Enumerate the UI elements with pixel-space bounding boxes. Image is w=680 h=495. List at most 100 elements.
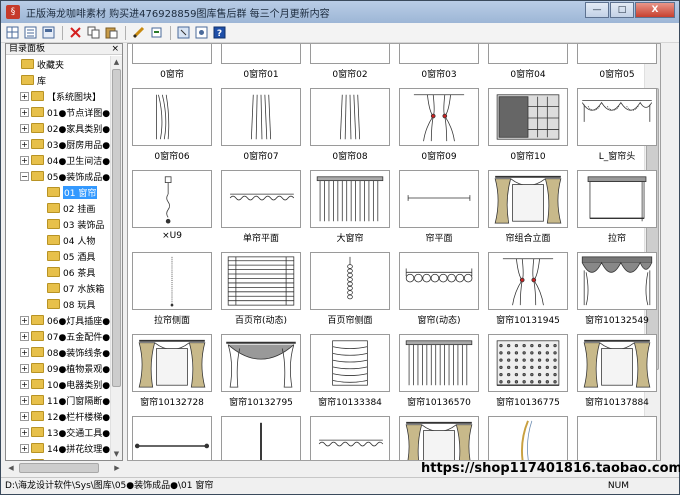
tree-hscroll-thumb[interactable] <box>19 463 99 473</box>
tree-item[interactable]: +14●拼花纹理● <box>6 440 110 456</box>
thumbnail-preview[interactable] <box>310 334 390 392</box>
tree-item[interactable]: +06●灯具插座● <box>6 312 110 328</box>
thumbnail-preview[interactable] <box>399 44 479 64</box>
detail-view-icon[interactable] <box>22 25 38 41</box>
thumbnail-preview[interactable] <box>577 252 657 310</box>
thumbnail-preview[interactable] <box>221 44 301 64</box>
expand-icon[interactable]: + <box>20 139 29 149</box>
expand-icon[interactable]: + <box>20 331 29 341</box>
thumbnail-preview[interactable] <box>577 416 657 460</box>
tree-scrollbar[interactable]: ▲ ▼ <box>110 56 122 460</box>
thumbnail-preview[interactable] <box>399 88 479 146</box>
thumbnail-preview[interactable] <box>221 252 301 310</box>
expand-icon[interactable]: + <box>20 363 29 373</box>
expand-icon[interactable]: + <box>20 411 29 421</box>
scroll-right-arrow-icon[interactable]: ▶ <box>111 461 123 475</box>
tree-item[interactable]: 06 茶具 <box>6 264 110 280</box>
tree-item[interactable]: +07●五金配件● <box>6 328 110 344</box>
import-icon[interactable] <box>175 25 191 41</box>
expand-icon[interactable]: + <box>20 443 29 453</box>
tree-item[interactable]: +04●卫生间洁● <box>6 152 110 168</box>
thumbnail-preview[interactable] <box>488 88 568 146</box>
tree-item[interactable]: +08●装饰线条● <box>6 344 110 360</box>
tree-item[interactable]: +10●电器类别● <box>6 376 110 392</box>
thumbnail-preview[interactable] <box>399 252 479 310</box>
thumbnail-preview[interactable] <box>310 170 390 228</box>
thumbnail-preview[interactable] <box>488 334 568 392</box>
thumbnail-preview[interactable] <box>221 170 301 228</box>
grid-view-icon[interactable] <box>4 25 20 41</box>
tree-scroll-thumb[interactable] <box>112 69 121 387</box>
thumbnail-preview[interactable] <box>132 334 212 392</box>
delete-icon[interactable] <box>67 25 83 41</box>
expand-icon[interactable]: + <box>20 395 29 405</box>
minimize-button[interactable]: — <box>585 2 609 18</box>
expand-icon[interactable]: + <box>20 347 29 357</box>
paste-icon[interactable] <box>103 25 119 41</box>
tree-item[interactable]: +03●厨房用品● <box>6 136 110 152</box>
expand-icon[interactable]: + <box>20 315 29 325</box>
help-icon[interactable]: ? <box>211 25 227 41</box>
tree-item[interactable]: +09●植物景观● <box>6 360 110 376</box>
settings-icon[interactable] <box>148 25 164 41</box>
thumbnail-preview[interactable] <box>221 88 301 146</box>
thumbnail-preview[interactable] <box>577 334 657 392</box>
tree-item[interactable]: 02 挂画 <box>6 200 110 216</box>
copy-icon[interactable] <box>85 25 101 41</box>
collapse-icon[interactable]: − <box>20 171 29 181</box>
tree-item[interactable]: 收藏夹 <box>6 56 110 72</box>
close-button[interactable]: X <box>635 2 675 18</box>
thumbnail-preview[interactable] <box>221 416 301 460</box>
list-view-icon[interactable] <box>40 25 56 41</box>
tree-item[interactable]: +01●节点详图● <box>6 104 110 120</box>
tree-item[interactable]: − 05●装饰成品● <box>6 168 110 184</box>
expand-icon[interactable]: + <box>20 155 29 165</box>
thumbnail-preview[interactable] <box>577 170 657 228</box>
expand-icon[interactable]: + <box>20 107 29 117</box>
expand-icon[interactable]: + <box>20 379 29 389</box>
thumbnail-preview[interactable] <box>310 416 390 460</box>
draw-icon[interactable] <box>130 25 146 41</box>
thumbnail-preview[interactable] <box>132 88 212 146</box>
export-icon[interactable] <box>193 25 209 41</box>
thumbnail-preview[interactable] <box>132 170 212 228</box>
title-bar[interactable]: § 正版海龙咖啡素材 购买进476928859图库售后群 每三个月更新内容 — … <box>1 1 679 23</box>
tree-item[interactable]: +02●家具类别● <box>6 120 110 136</box>
thumbnail-preview[interactable] <box>488 170 568 228</box>
thumbnail-preview[interactable] <box>399 416 479 460</box>
tree-item[interactable]: +13●交通工具● <box>6 424 110 440</box>
thumbnail-preview[interactable] <box>488 416 568 460</box>
thumbnail-preview[interactable] <box>488 252 568 310</box>
tree-item[interactable]: 库 <box>6 72 110 88</box>
scroll-up-arrow-icon[interactable]: ▲ <box>111 56 122 68</box>
tree-item[interactable]: +11●门窗隔断● <box>6 392 110 408</box>
tree-item[interactable]: 01 窗帘 <box>6 184 110 200</box>
expand-icon[interactable]: + <box>20 91 29 101</box>
thumbnail-preview[interactable] <box>399 170 479 228</box>
tree-item[interactable]: + 【系统图块】 <box>6 88 110 104</box>
thumbnail-preview[interactable] <box>577 44 657 64</box>
tree-item[interactable]: 05 酒具 <box>6 248 110 264</box>
scroll-down-arrow-icon[interactable]: ▼ <box>111 448 122 460</box>
maximize-button[interactable]: □ <box>610 2 634 18</box>
tree-item[interactable]: 04 人物 <box>6 232 110 248</box>
thumbnail-preview[interactable] <box>577 88 657 146</box>
tree-horizontal-scrollbar[interactable]: ◀ ▶ <box>5 461 123 475</box>
thumbnail-preview[interactable] <box>221 334 301 392</box>
thumbnail-preview[interactable] <box>488 44 568 64</box>
tree-item[interactable]: 07 水族箱 <box>6 280 110 296</box>
thumbnail-preview[interactable] <box>310 88 390 146</box>
thumbnail-preview[interactable] <box>310 252 390 310</box>
tree-item[interactable]: +15●娱乐健身● <box>6 456 110 460</box>
thumbnail-preview[interactable] <box>399 334 479 392</box>
tree-item[interactable]: +12●栏杆楼梯● <box>6 408 110 424</box>
expand-icon[interactable]: + <box>20 123 29 133</box>
thumbnail-preview[interactable] <box>132 44 212 64</box>
tree-item[interactable]: 03 装饰品 <box>6 216 110 232</box>
thumbnail-preview[interactable] <box>310 44 390 64</box>
tree-item[interactable]: 08 玩具 <box>6 296 110 312</box>
panel-close-button[interactable]: × <box>111 44 119 55</box>
expand-icon[interactable]: + <box>20 459 29 460</box>
scroll-left-arrow-icon[interactable]: ◀ <box>5 461 17 475</box>
thumbnail-preview[interactable] <box>132 252 212 310</box>
